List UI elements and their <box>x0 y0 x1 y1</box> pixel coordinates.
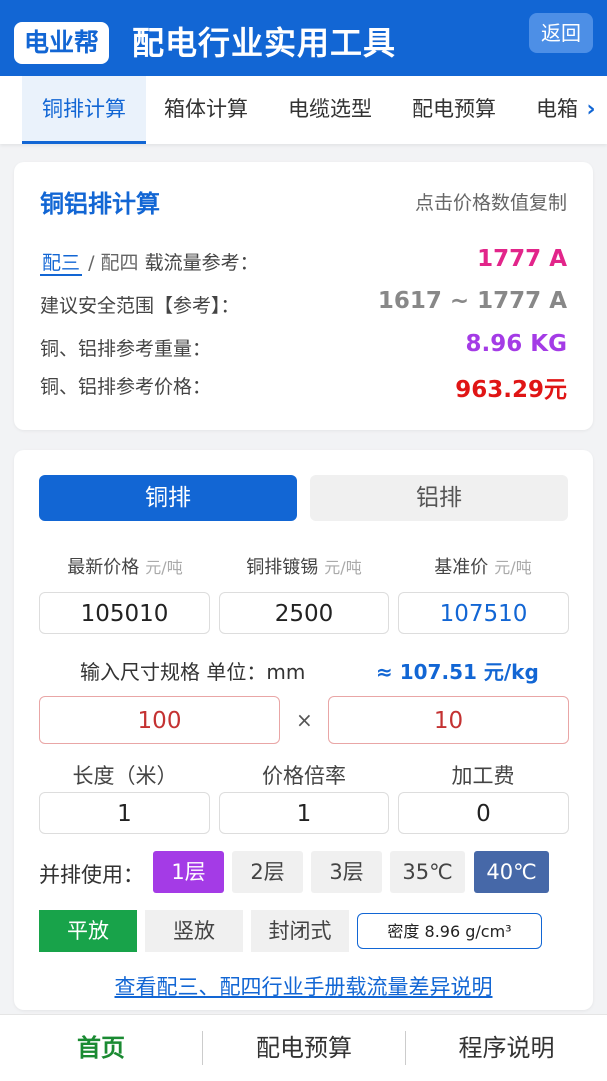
fee-label: 加工费 <box>451 764 515 788</box>
current-label: 载流量参考： <box>144 252 259 274</box>
per-kg-price: ≈ 107.51 元/kg <box>376 660 539 684</box>
mode-separator: / <box>88 252 95 274</box>
tin-plating-label: 铜排镀锡 元/吨 <box>246 557 362 578</box>
mode-peisan[interactable]: 配三 <box>40 252 83 276</box>
temp-35-chip[interactable]: 35℃ <box>390 851 465 893</box>
layer-1-chip[interactable]: 1层 <box>153 851 224 893</box>
density-button[interactable]: 密度 8.96 g/cm³ <box>357 913 542 949</box>
weight-value[interactable]: 8.96 KG <box>466 331 567 357</box>
toggle-copper[interactable]: 铜排 <box>39 475 297 521</box>
brand-logo: 电业帮 <box>14 22 110 64</box>
width-input[interactable]: 100 <box>39 696 280 744</box>
length-label: 长度（米） <box>72 764 178 788</box>
latest-price-input[interactable]: 105010 <box>39 592 210 634</box>
app-title: 配电行业实用工具 <box>132 24 397 62</box>
fee-input[interactable]: 0 <box>398 792 569 834</box>
mode-peisi[interactable]: 配四 <box>101 252 139 274</box>
latest-price-label: 最新价格 元/吨 <box>67 557 183 578</box>
tab-bar: 铜排计算 箱体计算 电缆选型 配电预算 电箱 › <box>0 76 607 144</box>
base-price-input[interactable]: 107510 <box>398 592 569 634</box>
times-sign: × <box>296 708 313 732</box>
calculator-card: 铜排 铝排 最新价格 元/吨 铜排镀锡 元/吨 基准价 元/吨 105010 2500… <box>14 450 593 1010</box>
manual-difference-link[interactable]: 查看配三、配四行业手册载流量差异说明 <box>14 971 593 1001</box>
layer-3-chip[interactable]: 3层 <box>311 851 382 893</box>
tin-plating-input[interactable]: 2500 <box>219 592 389 634</box>
back-button[interactable]: 返回 <box>529 13 593 53</box>
flat-placement-button[interactable]: 平放 <box>39 910 137 952</box>
nav-home[interactable]: 首页 <box>0 1015 202 1081</box>
nav-help[interactable]: 程序说明 <box>406 1015 607 1081</box>
size-spec-label: 输入尺寸规格 单位：mm <box>80 660 306 684</box>
price-label: 铜、铝排参考价格： <box>40 376 212 398</box>
copy-hint: 点击价格数值复制 <box>414 192 567 214</box>
thickness-input[interactable]: 10 <box>328 696 569 744</box>
toggle-aluminum[interactable]: 铝排 <box>310 475 568 521</box>
app-header: 电业帮 配电行业实用工具 返回 <box>0 0 607 76</box>
base-price-label: 基准价 元/吨 <box>434 557 532 578</box>
range-label: 建议安全范围【参考】： <box>40 295 240 317</box>
current-row-label: 配三 / 配四 载流量参考： <box>40 248 259 276</box>
result-card: 铜铝排计算 点击价格数值复制 配三 / 配四 载流量参考： 1777 A 建议安… <box>14 162 593 430</box>
tab-budget[interactable]: 配电预算 <box>412 76 496 144</box>
vertical-placement-button[interactable]: 竖放 <box>145 910 243 952</box>
range-value[interactable]: 1617 ~ 1777 A <box>378 288 567 314</box>
ratio-label: 价格倍率 <box>262 764 346 788</box>
bottom-nav: 首页 配电预算 程序说明 <box>0 1014 607 1081</box>
ratio-input[interactable]: 1 <box>219 792 389 834</box>
tab-copper-bar[interactable]: 铜排计算 <box>22 76 146 144</box>
parallel-label: 并排使用： <box>39 863 144 887</box>
layer-2-chip[interactable]: 2层 <box>232 851 303 893</box>
weight-label: 铜、铝排参考重量： <box>40 338 212 360</box>
temp-40-chip[interactable]: 40℃ <box>474 851 549 893</box>
length-input[interactable]: 1 <box>39 792 210 834</box>
nav-budget[interactable]: 配电预算 <box>203 1015 405 1081</box>
price-value[interactable]: 963.29元 <box>455 370 567 404</box>
current-value[interactable]: 1777 A <box>477 246 567 272</box>
tab-cable[interactable]: 电缆选型 <box>288 76 372 144</box>
enclosed-placement-button[interactable]: 封闭式 <box>251 910 349 952</box>
chevron-right-icon[interactable]: › <box>579 96 603 124</box>
card-title: 铜铝排计算 <box>40 190 160 218</box>
tab-box[interactable]: 电箱 <box>536 76 578 144</box>
tab-enclosure[interactable]: 箱体计算 <box>164 76 248 144</box>
